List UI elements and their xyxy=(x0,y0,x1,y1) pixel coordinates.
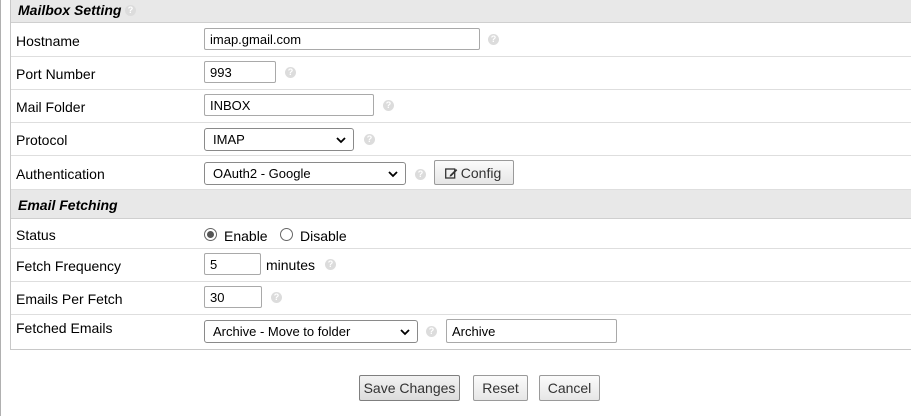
auth-value: OAuth2 - Google xyxy=(213,166,311,181)
edit-icon xyxy=(445,168,458,179)
per-fetch-input[interactable] xyxy=(204,286,262,308)
auth-select[interactable]: OAuth2 - Google xyxy=(204,162,406,185)
protocol-select[interactable]: IMAP xyxy=(204,128,354,151)
hostname-input[interactable] xyxy=(204,28,480,50)
row-authentication: Authentication OAuth2 - Google ? Config xyxy=(11,156,911,190)
row-mail-folder: Mail Folder ? xyxy=(11,90,911,123)
auth-label: Authentication xyxy=(16,166,105,182)
row-protocol: Protocol IMAP ? xyxy=(11,123,911,156)
radio-disable[interactable] xyxy=(280,228,293,241)
frequency-input[interactable] xyxy=(204,253,261,275)
row-hostname: Hostname ? xyxy=(11,23,911,57)
row-fetched-emails: Fetched Emails Archive - Move to folder … xyxy=(11,315,911,348)
section-title: Mailbox Setting xyxy=(18,2,122,18)
enable-label: Enable xyxy=(224,228,268,244)
disable-label: Disable xyxy=(300,228,347,244)
help-icon[interactable]: ? xyxy=(364,134,375,145)
cancel-button[interactable]: Cancel xyxy=(539,375,600,401)
section-header-fetching: Email Fetching xyxy=(11,190,911,219)
protocol-label: Protocol xyxy=(16,132,68,148)
window-edge xyxy=(0,0,1,416)
fetched-label: Fetched Emails xyxy=(16,320,113,336)
chevron-down-icon xyxy=(388,171,398,178)
help-icon[interactable]: ? xyxy=(426,326,437,337)
fetched-action-value: Archive - Move to folder xyxy=(213,324,351,339)
hostname-label: Hostname xyxy=(16,33,80,49)
help-icon[interactable]: ? xyxy=(415,169,426,180)
help-icon[interactable]: ? xyxy=(383,100,394,111)
help-icon[interactable]: ? xyxy=(271,292,282,303)
protocol-value: IMAP xyxy=(213,132,245,147)
status-label: Status xyxy=(16,227,56,243)
settings-form: Mailbox Setting ? Hostname ? Port Number… xyxy=(10,0,911,350)
save-changes-button[interactable]: Save Changes xyxy=(359,375,460,401)
row-status: Status Enable Disable xyxy=(11,219,911,249)
chevron-down-icon xyxy=(336,137,346,144)
section-header-mailbox: Mailbox Setting ? xyxy=(11,0,911,23)
help-icon[interactable]: ? xyxy=(285,67,296,78)
row-fetch-frequency: Fetch Frequency minutes ? xyxy=(11,249,911,282)
folder-input[interactable] xyxy=(204,94,374,116)
row-emails-per-fetch: Emails Per Fetch ? xyxy=(11,282,911,315)
help-icon[interactable]: ? xyxy=(488,34,499,45)
port-label: Port Number xyxy=(16,66,96,82)
section-title: Email Fetching xyxy=(18,197,118,213)
config-button[interactable]: Config xyxy=(434,160,514,185)
radio-enable[interactable] xyxy=(204,228,217,241)
frequency-unit: minutes xyxy=(266,257,316,273)
help-icon[interactable]: ? xyxy=(125,5,136,16)
reset-button[interactable]: Reset xyxy=(473,375,528,401)
archive-folder-input[interactable] xyxy=(446,319,617,343)
fetched-action-select[interactable]: Archive - Move to folder xyxy=(204,320,418,343)
frequency-label: Fetch Frequency xyxy=(16,258,122,274)
row-port: Port Number ? xyxy=(11,57,911,90)
chevron-down-icon xyxy=(400,329,410,336)
config-label: Config xyxy=(460,165,502,181)
help-icon[interactable]: ? xyxy=(325,259,336,270)
folder-label: Mail Folder xyxy=(16,99,86,115)
per-fetch-label: Emails Per Fetch xyxy=(16,291,123,307)
port-input[interactable] xyxy=(204,61,276,83)
